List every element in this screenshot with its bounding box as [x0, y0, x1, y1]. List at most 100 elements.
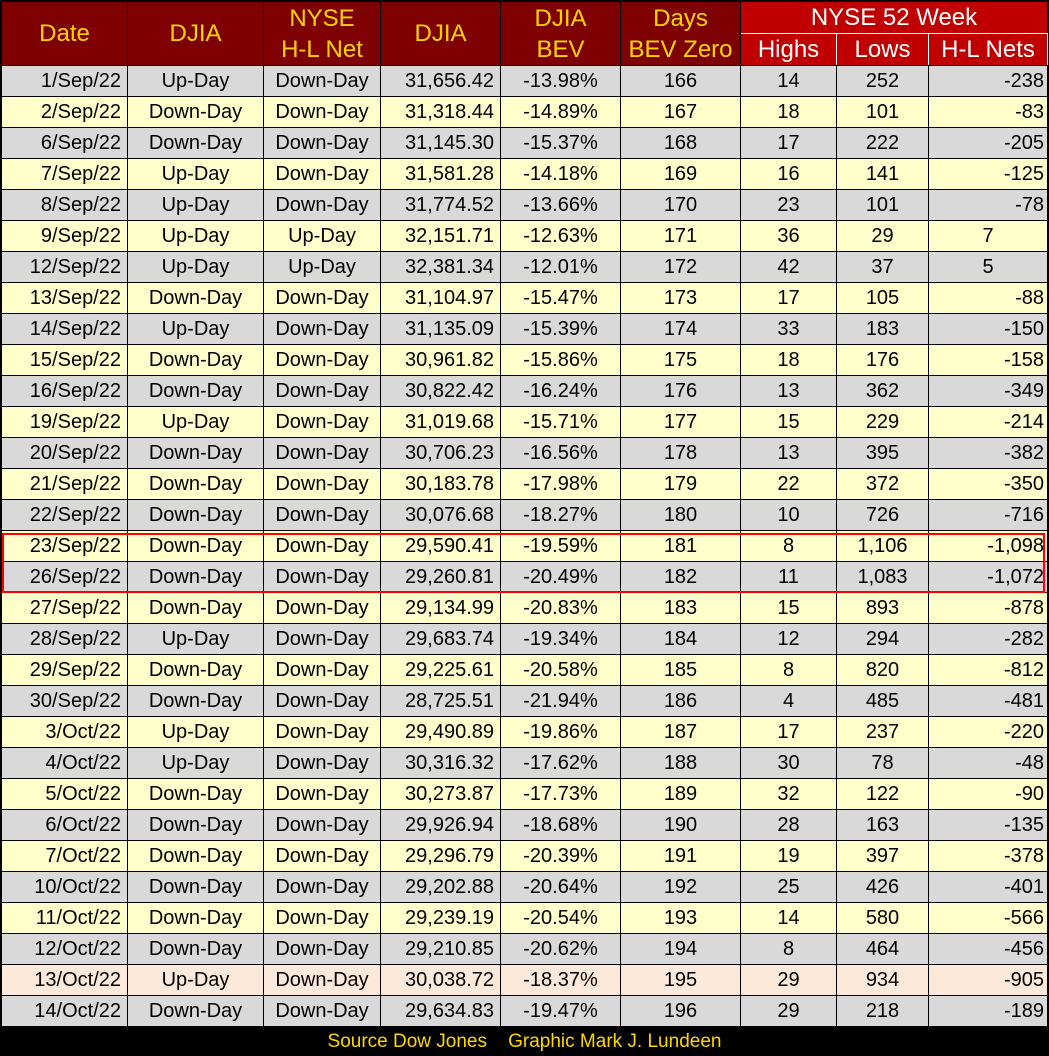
header-date: Date — [1, 1, 128, 66]
djia-direction-cell: Up-Day — [127, 313, 264, 345]
djia-close-cell: 31,774.52 — [380, 189, 501, 221]
hl-nets-cell: -125 — [927, 158, 1049, 190]
djia-close-cell: 29,683.74 — [380, 623, 501, 655]
header-days-bev-zero-line2: BEV Zero — [628, 35, 733, 63]
lows-cell: 580 — [836, 902, 929, 934]
highs-cell: 14 — [740, 902, 837, 934]
highs-cell: 29 — [740, 995, 837, 1027]
table-header: Date DJIA NYSE H-L Net DJIA DJIA BEV Day… — [1, 1, 1049, 66]
djia-close-cell: 30,706.23 — [380, 437, 501, 469]
hl-nets-cell: -401 — [927, 871, 1049, 903]
highs-cell: 15 — [740, 406, 837, 438]
highs-cell: 25 — [740, 871, 837, 903]
days-bev-zero-cell: 187 — [620, 716, 741, 748]
days-bev-zero-cell: 166 — [620, 65, 741, 97]
lows-cell: 362 — [836, 375, 929, 407]
highs-cell: 18 — [740, 344, 837, 376]
header-nyse-hl-net-line1: NYSE — [289, 4, 355, 32]
hl-nets-cell: -1,098 — [927, 530, 1049, 562]
djia-bev-cell: -20.54% — [500, 902, 621, 934]
days-bev-zero-cell: 184 — [620, 623, 741, 655]
djia-close-cell: 28,725.51 — [380, 685, 501, 717]
nyse-hl-net-cell: Down-Day — [263, 282, 381, 314]
lows-cell: 218 — [836, 995, 929, 1027]
lows-cell: 122 — [836, 778, 929, 810]
lows-cell: 485 — [836, 685, 929, 717]
highs-cell: 11 — [740, 561, 837, 593]
djia-close-cell: 29,296.79 — [380, 840, 501, 872]
lows-cell: 29 — [836, 220, 929, 252]
table-row: 8/Sep/22 Up-Day Down-Day 31,774.52 -13.66% 17… — [1, 189, 1049, 221]
lows-cell: 105 — [836, 282, 929, 314]
lows-cell: 78 — [836, 747, 929, 779]
date-cell: 26/Sep/22 — [1, 561, 128, 593]
djia-close-cell: 29,225.61 — [380, 654, 501, 686]
lows-cell: 222 — [836, 127, 929, 159]
nyse-hl-net-cell: Down-Day — [263, 313, 381, 345]
djia-bev-cell: -19.59% — [500, 530, 621, 562]
highs-cell: 13 — [740, 437, 837, 469]
date-cell: 16/Sep/22 — [1, 375, 128, 407]
days-bev-zero-cell: 180 — [620, 499, 741, 531]
table-row: 3/Oct/22 Up-Day Down-Day 29,490.89 -19.86% 18… — [1, 716, 1049, 748]
table-row: 4/Oct/22 Up-Day Down-Day 30,316.32 -17.62% 18… — [1, 747, 1049, 779]
header-lows: Lows — [836, 33, 929, 66]
djia-direction-cell: Down-Day — [127, 840, 264, 872]
nyse-hl-net-cell: Down-Day — [263, 685, 381, 717]
days-bev-zero-cell: 182 — [620, 561, 741, 593]
table-row: 23/Sep/22 Down-Day Down-Day 29,590.41 -19.59… — [1, 530, 1049, 562]
djia-direction-cell: Down-Day — [127, 499, 264, 531]
djia-bev-cell: -14.89% — [500, 96, 621, 128]
date-cell: 27/Sep/22 — [1, 592, 128, 624]
hl-nets-cell: -905 — [927, 964, 1049, 996]
days-bev-zero-cell: 185 — [620, 654, 741, 686]
hl-nets-cell: -189 — [927, 995, 1049, 1027]
lows-cell: 395 — [836, 437, 929, 469]
highs-cell: 12 — [740, 623, 837, 655]
djia-close-cell: 31,135.09 — [380, 313, 501, 345]
djia-bev-cell: -16.24% — [500, 375, 621, 407]
djia-close-cell: 30,961.82 — [380, 344, 501, 376]
djia-bev-cell: -20.58% — [500, 654, 621, 686]
nyse-hl-net-cell: Down-Day — [263, 840, 381, 872]
djia-close-cell: 29,490.89 — [380, 716, 501, 748]
date-cell: 14/Oct/22 — [1, 995, 128, 1027]
djia-direction-cell: Up-Day — [127, 65, 264, 97]
date-cell: 23/Sep/22 — [1, 530, 128, 562]
highs-cell: 28 — [740, 809, 837, 841]
header-nyse-hl-net-line2: H-L Net — [281, 35, 363, 63]
days-bev-zero-cell: 189 — [620, 778, 741, 810]
header-djia-close: DJIA — [380, 1, 501, 66]
date-cell: 12/Oct/22 — [1, 933, 128, 965]
date-cell: 5/Oct/22 — [1, 778, 128, 810]
header-nyse-hl-net: NYSE H-L Net — [263, 1, 381, 66]
days-bev-zero-cell: 188 — [620, 747, 741, 779]
nyse-hl-net-cell: Down-Day — [263, 375, 381, 407]
djia-direction-cell: Down-Day — [127, 654, 264, 686]
nyse-hl-net-cell: Down-Day — [263, 654, 381, 686]
djia-close-cell: 29,210.85 — [380, 933, 501, 965]
djia-direction-cell: Down-Day — [127, 592, 264, 624]
djia-close-cell: 31,019.68 — [380, 406, 501, 438]
hl-nets-cell: -220 — [927, 716, 1049, 748]
djia-bev-cell: -20.49% — [500, 561, 621, 593]
lows-cell: 726 — [836, 499, 929, 531]
djia-direction-cell: Down-Day — [127, 933, 264, 965]
lows-cell: 229 — [836, 406, 929, 438]
lows-cell: 37 — [836, 251, 929, 283]
days-bev-zero-cell: 171 — [620, 220, 741, 252]
lows-cell: 397 — [836, 840, 929, 872]
lows-cell: 934 — [836, 964, 929, 996]
nyse-hl-net-cell: Down-Day — [263, 530, 381, 562]
nyse-hl-net-cell: Down-Day — [263, 65, 381, 97]
table-row: 12/Sep/22 Up-Day Up-Day 32,381.34 -12.01% 172… — [1, 251, 1049, 283]
djia-bev-cell: -19.47% — [500, 995, 621, 1027]
djia-direction-cell: Up-Day — [127, 158, 264, 190]
djia-bev-cell: -19.86% — [500, 716, 621, 748]
lows-cell: 183 — [836, 313, 929, 345]
hl-nets-cell: -78 — [927, 189, 1049, 221]
date-cell: 30/Sep/22 — [1, 685, 128, 717]
djia-bev-cell: -20.64% — [500, 871, 621, 903]
table-row: 9/Sep/22 Up-Day Up-Day 32,151.71 -12.63% 171 3… — [1, 220, 1049, 252]
source-credit: Source Dow Jones Graphic Mark J. Lundeen — [0, 1029, 1049, 1054]
